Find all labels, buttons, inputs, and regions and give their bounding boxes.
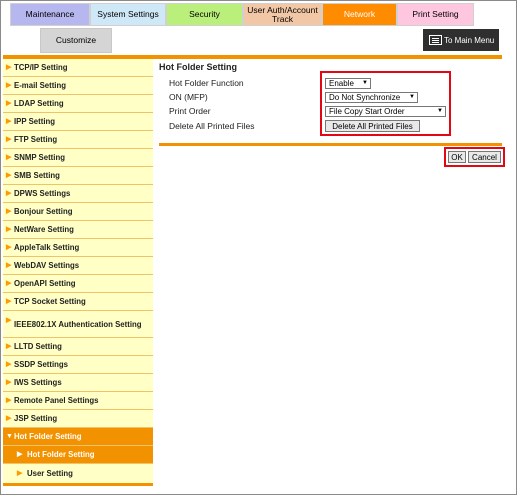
delete-printed-files-label: Delete All Printed Files <box>169 121 255 131</box>
tab-user-auth[interactable]: User Auth/Account Track <box>243 3 322 26</box>
sidebar-item-remote-panel[interactable]: ▶ Remote Panel Settings <box>3 392 153 410</box>
page-title: Hot Folder Setting <box>159 62 237 72</box>
sidebar-item-iws[interactable]: ▶ IWS Settings <box>3 374 153 392</box>
sidebar-item-label: E-mail Setting <box>14 81 66 90</box>
arrow-down-icon: ▼ <box>6 433 13 440</box>
sidebar-item-label: SMB Setting <box>14 171 60 180</box>
arrow-right-icon: ▶ <box>6 280 12 287</box>
arrow-right-icon: ▶ <box>6 262 12 269</box>
sidebar-item-webdav[interactable]: ▶ WebDAV Settings <box>3 257 153 275</box>
menu-list-icon <box>429 35 442 45</box>
tab-print-setting[interactable]: Print Setting <box>397 3 474 26</box>
sidebar-item-tcpip[interactable]: ▶ TCP/IP Setting <box>3 59 153 77</box>
sidebar-item-ieee8021x[interactable]: ▶ IEEE802.1X Authentication Setting <box>3 311 153 338</box>
to-main-menu-button[interactable]: To Main Menu <box>423 29 499 51</box>
sidebar-item-label: NetWare Setting <box>14 225 74 234</box>
sidebar-item-netware[interactable]: ▶ NetWare Setting <box>3 221 153 239</box>
arrow-right-icon: ▶ <box>6 226 12 233</box>
arrow-right-icon: ▶ <box>6 397 12 404</box>
on-mfp-label: ON (MFP) <box>169 92 208 102</box>
arrow-right-icon: ▶ <box>6 379 12 386</box>
sidebar-item-label: IWS Settings <box>14 378 62 387</box>
sidebar-item-ftp[interactable]: ▶ FTP Setting <box>3 131 153 149</box>
arrow-right-icon: ▶ <box>6 190 12 197</box>
sidebar-item-ssdp[interactable]: ▶ SSDP Settings <box>3 356 153 374</box>
arrow-right-icon: ▶ <box>6 208 12 215</box>
sidebar-item-lltd[interactable]: ▶ LLTD Setting <box>3 338 153 356</box>
sidebar-item-label: Remote Panel Settings <box>14 396 99 405</box>
sidebar-item-user-setting[interactable]: ▶ User Setting <box>3 464 153 482</box>
sidebar-item-appletalk[interactable]: ▶ AppleTalk Setting <box>3 239 153 257</box>
arrow-right-icon: ▶ <box>6 82 12 89</box>
sidebar-item-bonjour[interactable]: ▶ Bonjour Setting <box>3 203 153 221</box>
sidebar-item-label: OpenAPI Setting <box>14 279 76 288</box>
tab-security[interactable]: Security <box>166 3 243 26</box>
arrow-right-icon: ▶ <box>6 136 12 143</box>
sidebar-item-jsp[interactable]: ▶ JSP Setting <box>3 410 153 428</box>
arrow-right-icon: ▶ <box>6 244 12 251</box>
arrow-right-icon: ▶ <box>6 118 12 125</box>
arrow-right-icon: ▶ <box>6 172 12 179</box>
sidebar-item-label: IEEE802.1X Authentication Setting <box>14 319 142 329</box>
sidebar-item-label: LLTD Setting <box>14 342 62 351</box>
sidebar-item-label: User Setting <box>27 468 73 478</box>
highlight-box-settings <box>320 71 451 136</box>
arrow-right-icon: ▶ <box>6 415 12 422</box>
hot-folder-function-label: Hot Folder Function <box>169 78 244 88</box>
sidebar-item-email[interactable]: ▶ E-mail Setting <box>3 77 153 95</box>
sidebar-item-label: WebDAV Settings <box>14 261 80 270</box>
sidebar-item-label: DPWS Settings <box>14 189 71 198</box>
arrow-right-icon: ▶ <box>6 100 12 107</box>
sidebar-item-tcp-socket[interactable]: ▶ TCP Socket Setting <box>3 293 153 311</box>
sidebar: ▶ TCP/IP Setting ▶ E-mail Setting ▶ LDAP Se… <box>3 59 153 486</box>
tab-system-settings[interactable]: System Settings <box>90 3 166 26</box>
sidebar-item-label: IPP Setting <box>14 117 56 126</box>
sidebar-item-snmp[interactable]: ▶ SNMP Setting <box>3 149 153 167</box>
sidebar-item-label: Bonjour Setting <box>14 207 73 216</box>
sidebar-item-hot-folder-setting[interactable]: ▶ Hot Folder Setting <box>3 446 153 464</box>
sidebar-item-label: TCP Socket Setting <box>14 297 86 306</box>
sidebar-item-label: JSP Setting <box>14 414 58 423</box>
sidebar-item-label: TCP/IP Setting <box>14 63 68 72</box>
sidebar-item-label: SSDP Settings <box>14 360 69 369</box>
arrow-right-icon: ▶ <box>6 64 12 71</box>
tab-maintenance[interactable]: Maintenance <box>10 3 90 26</box>
print-order-label: Print Order <box>169 106 211 116</box>
to-main-menu-label: To Main Menu <box>444 35 495 45</box>
sidebar-item-dpws[interactable]: ▶ DPWS Settings <box>3 185 153 203</box>
sidebar-item-ipp[interactable]: ▶ IPP Setting <box>3 113 153 131</box>
sidebar-item-openapi[interactable]: ▶ OpenAPI Setting <box>3 275 153 293</box>
sidebar-item-label: LDAP Setting <box>14 99 64 108</box>
sidebar-item-label: SNMP Setting <box>14 153 65 162</box>
arrow-right-icon: ▶ <box>6 343 12 350</box>
sidebar-item-label: FTP Setting <box>14 135 58 144</box>
sidebar-item-ldap[interactable]: ▶ LDAP Setting <box>3 95 153 113</box>
tab-network[interactable]: Network <box>322 3 397 26</box>
sidebar-item-label: AppleTalk Setting <box>14 243 80 252</box>
sidebar-item-label: Hot Folder Setting <box>27 450 95 459</box>
arrow-right-icon: ▶ <box>6 154 12 161</box>
sidebar-item-smb[interactable]: ▶ SMB Setting <box>3 167 153 185</box>
sidebar-item-label: Hot Folder Setting <box>14 432 82 441</box>
arrow-right-icon: ▶ <box>6 317 12 324</box>
arrow-right-icon: ▶ <box>6 298 12 305</box>
arrow-right-icon: ▶ <box>6 361 12 368</box>
content-divider <box>159 143 502 146</box>
sidebar-item-hot-folder-group[interactable]: ▼ Hot Folder Setting <box>3 428 153 446</box>
sidebar-bottom-border <box>3 483 153 486</box>
arrow-right-icon: ▶ <box>17 469 23 477</box>
highlight-box-buttons <box>444 147 505 167</box>
arrow-right-icon: ▶ <box>17 451 23 458</box>
tab-customize[interactable]: Customize <box>40 28 112 53</box>
